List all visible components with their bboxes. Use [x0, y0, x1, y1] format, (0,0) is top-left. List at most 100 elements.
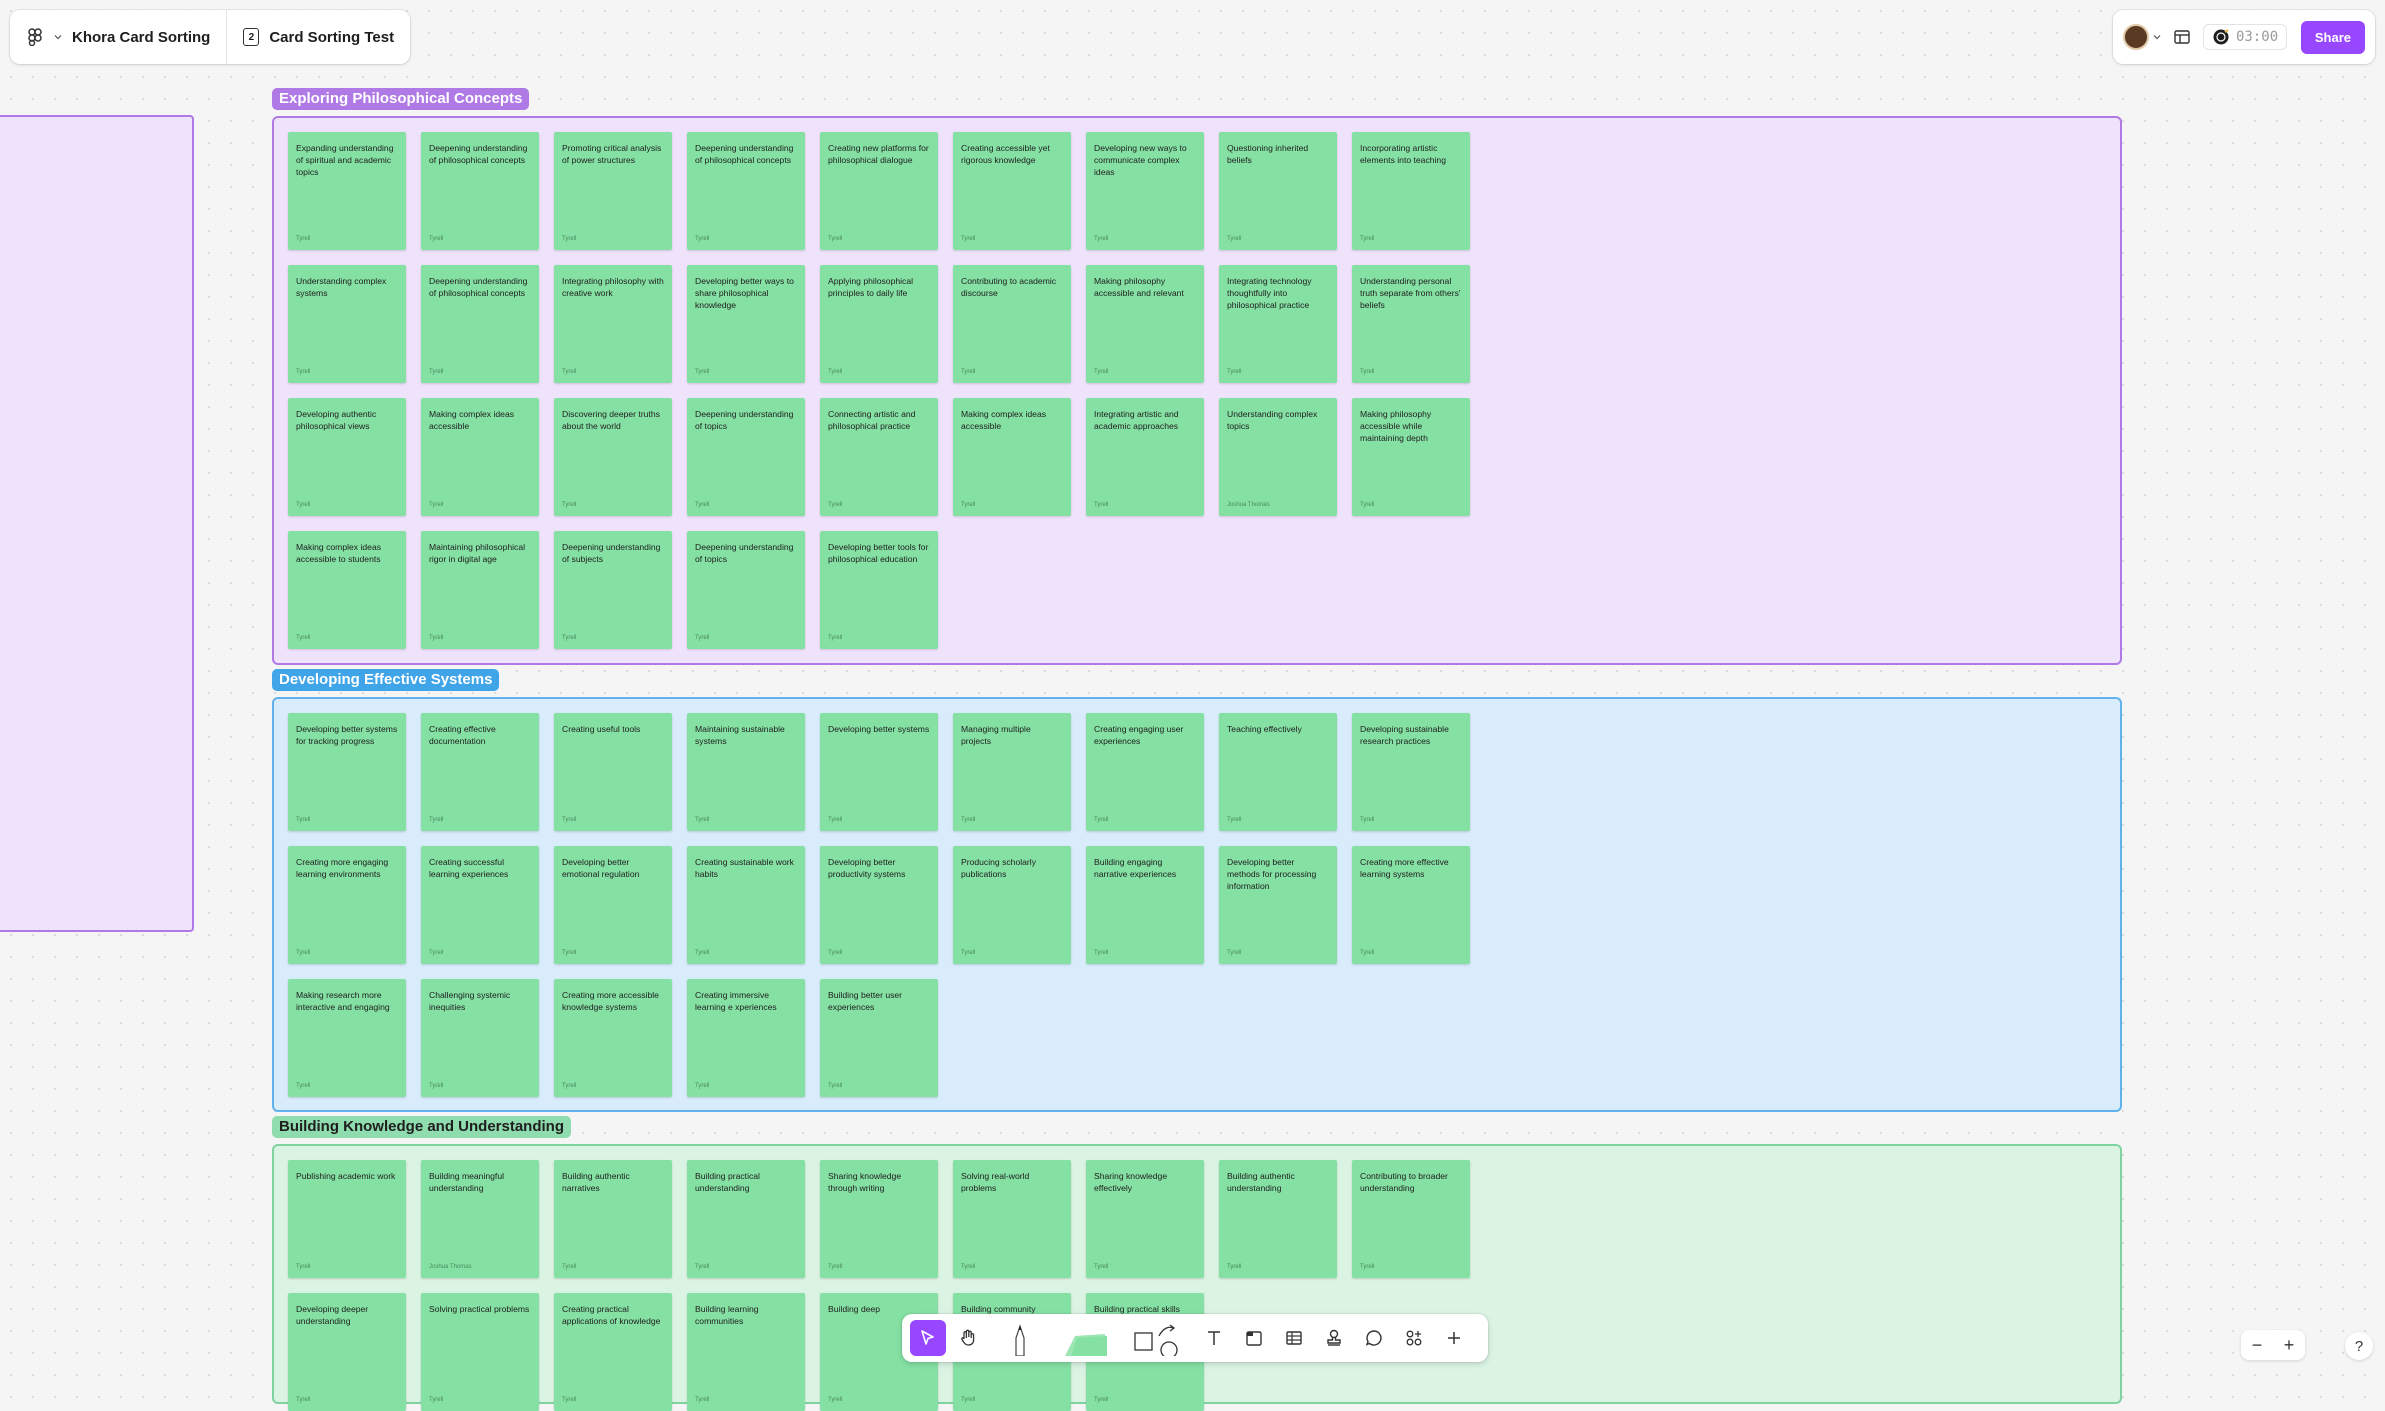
- sticky-note[interactable]: Challenging systemic inequities Tyrell: [421, 979, 539, 1097]
- sticky-note[interactable]: Integrating technology thoughtfully into…: [1219, 265, 1337, 383]
- sticky-note[interactable]: Making philosophy accessible and relevan…: [1086, 265, 1204, 383]
- sticky-note[interactable]: Creating sustainable work habits Tyrell: [687, 846, 805, 964]
- zoom-in-button[interactable]: +: [2284, 1335, 2295, 1356]
- section-title-developing-effective-systems[interactable]: Developing Effective Systems: [272, 669, 500, 691]
- comment-tool[interactable]: [1356, 1320, 1392, 1356]
- sticky-note[interactable]: Deepening understanding of subjects Tyrel…: [554, 531, 672, 649]
- sticky-note[interactable]: Applying philosophical principles to dai…: [820, 265, 938, 383]
- section-exploring-philosophical-concepts[interactable]: Expanding understanding of spiritual and…: [272, 116, 2122, 665]
- sticky-note[interactable]: Building engaging narrative experiences T…: [1086, 846, 1204, 964]
- sticky-note[interactable]: Understanding complex topics Joshua Thoma…: [1219, 398, 1337, 516]
- sticky-note[interactable]: Making complex ideas accessible to stude…: [288, 531, 406, 649]
- sticky-note[interactable]: Teaching effectively Tyrell: [1219, 713, 1337, 831]
- zoom-out-button[interactable]: −: [2252, 1335, 2263, 1356]
- more-tool[interactable]: [1436, 1320, 1472, 1356]
- sticky-note[interactable]: Developing authentic philosophical views…: [288, 398, 406, 516]
- file-title[interactable]: Khora Card Sorting: [72, 29, 210, 46]
- sticky-note[interactable]: Creating more effective learning systems…: [1352, 846, 1470, 964]
- sticky-note[interactable]: Developing better systems for tracking p…: [288, 713, 406, 831]
- section-developing-effective-systems[interactable]: Developing better systems for tracking p…: [272, 697, 2122, 1112]
- sticky-note[interactable]: Creating successful learning experiences…: [421, 846, 539, 964]
- sticky-note[interactable]: Producing scholarly publications Tyrell: [953, 846, 1071, 964]
- sticky-note[interactable]: Developing deeper understanding Tyrell: [288, 1293, 406, 1411]
- sticky-note[interactable]: Creating more accessible knowledge syste…: [554, 979, 672, 1097]
- sticky-note[interactable]: Deepening understanding of philosophical…: [687, 132, 805, 250]
- sticky-note[interactable]: Contributing to broader understanding Tyr…: [1352, 1160, 1470, 1278]
- sticky-note[interactable]: Developing new ways to communicate compl…: [1086, 132, 1204, 250]
- sticky-note[interactable]: Understanding personal truth separate fr…: [1352, 265, 1470, 383]
- move-tool[interactable]: [910, 1320, 946, 1356]
- table-tool[interactable]: [1276, 1320, 1312, 1356]
- sticky-note[interactable]: Developing sustainable research practice…: [1352, 713, 1470, 831]
- sticky-note[interactable]: Maintaining sustainable systems Tyrell: [687, 713, 805, 831]
- sticky-tool[interactable]: [1054, 1320, 1116, 1356]
- sticky-note[interactable]: Discovering deeper truths about the worl…: [554, 398, 672, 516]
- sticky-note[interactable]: Creating practical applications of knowl…: [554, 1293, 672, 1411]
- text-tool[interactable]: [1196, 1320, 1232, 1356]
- sticky-note[interactable]: Creating new platforms for philosophical…: [820, 132, 938, 250]
- sticky-note[interactable]: Creating immersive learning e xperiences…: [687, 979, 805, 1097]
- sticky-note[interactable]: Expanding understanding of spiritual and…: [288, 132, 406, 250]
- section-title-building-knowledge-and-understanding[interactable]: Building Knowledge and Understanding: [272, 1116, 571, 1138]
- sticky-note[interactable]: Developing better tools for philosophica…: [820, 531, 938, 649]
- sticky-note[interactable]: Creating accessible yet rigorous knowled…: [953, 132, 1071, 250]
- avatar[interactable]: [2123, 24, 2149, 50]
- sticky-note[interactable]: Building meaningful understanding Joshua …: [421, 1160, 539, 1278]
- sticky-note[interactable]: Sharing knowledge through writing Tyrell: [820, 1160, 938, 1278]
- sticky-note[interactable]: Developing better ways to share philosop…: [687, 265, 805, 383]
- sticky-note[interactable]: Solving real-world problems Tyrell: [953, 1160, 1071, 1278]
- sticky-note[interactable]: Deepening understanding of philosophical…: [421, 132, 539, 250]
- offscreen-section[interactable]: [0, 115, 194, 932]
- sticky-note[interactable]: Building practical understanding Tyrell: [687, 1160, 805, 1278]
- sticky-note[interactable]: Deepening understanding of philosophical…: [421, 265, 539, 383]
- sticky-note-text: Making philosophy accessible while maint…: [1360, 409, 1432, 443]
- sticky-note[interactable]: Deepening understanding of topics Tyrell: [687, 398, 805, 516]
- sticky-note[interactable]: Sharing knowledge effectively Tyrell: [1086, 1160, 1204, 1278]
- sticky-note[interactable]: Creating effective documentation Tyrell: [421, 713, 539, 831]
- layout-panel-icon[interactable]: [2173, 28, 2191, 46]
- sticky-note[interactable]: Making complex ideas accessible Tyrell: [421, 398, 539, 516]
- stamp-tool[interactable]: [1316, 1320, 1352, 1356]
- section-tool[interactable]: [1236, 1320, 1272, 1356]
- sticky-note[interactable]: Developing better methods for processing…: [1219, 846, 1337, 964]
- sticky-note[interactable]: Building authentic understanding Tyrell: [1219, 1160, 1337, 1278]
- sticky-note[interactable]: Integrating philosophy with creative wor…: [554, 265, 672, 383]
- sticky-note[interactable]: Incorporating artistic elements into tea…: [1352, 132, 1470, 250]
- marker-tool[interactable]: [990, 1320, 1050, 1356]
- sticky-note[interactable]: Connecting artistic and philosophical pr…: [820, 398, 938, 516]
- sticky-note[interactable]: Publishing academic work Tyrell: [288, 1160, 406, 1278]
- section-title-exploring-philosophical-concepts[interactable]: Exploring Philosophical Concepts: [272, 88, 530, 110]
- sticky-note[interactable]: Questioning inherited beliefs Tyrell: [1219, 132, 1337, 250]
- sticky-note[interactable]: Maintaining philosophical rigor in digit…: [421, 531, 539, 649]
- hand-tool[interactable]: [950, 1320, 986, 1356]
- user-menu[interactable]: [2123, 24, 2161, 50]
- section-building-knowledge-and-understanding[interactable]: Publishing academic work Tyrell Building m…: [272, 1144, 2122, 1411]
- sticky-note[interactable]: Developing better systems Tyrell: [820, 713, 938, 831]
- sticky-note[interactable]: Creating useful tools Tyrell: [554, 713, 672, 831]
- sticky-note[interactable]: Building authentic narratives Tyrell: [554, 1160, 672, 1278]
- sticky-note[interactable]: Developing better emotional regulation Ty…: [554, 846, 672, 964]
- sticky-note-text: Creating more accessible knowledge syste…: [562, 990, 659, 1012]
- sticky-note[interactable]: Integrating artistic and academic approa…: [1086, 398, 1204, 516]
- shape-tool[interactable]: [1120, 1320, 1192, 1356]
- sticky-note[interactable]: Creating engaging user experiences Tyrell: [1086, 713, 1204, 831]
- sticky-note[interactable]: Contributing to academic discourse Tyrell: [953, 265, 1071, 383]
- main-menu[interactable]: Khora Card Sorting: [10, 10, 226, 64]
- sticky-note[interactable]: Understanding complex systems Tyrell: [288, 265, 406, 383]
- share-button[interactable]: Share: [2300, 20, 2365, 54]
- page-switcher[interactable]: 2 Card Sorting Test: [227, 10, 410, 64]
- sticky-note[interactable]: Making complex ideas accessible Tyrell: [953, 398, 1071, 516]
- sticky-note[interactable]: Making research more interactive and eng…: [288, 979, 406, 1097]
- sticky-note[interactable]: Building better user experiences Tyrell: [820, 979, 938, 1097]
- sticky-note[interactable]: Managing multiple projects Tyrell: [953, 713, 1071, 831]
- timer[interactable]: 03:00: [2203, 24, 2288, 50]
- sticky-note[interactable]: Building learning communities Tyrell: [687, 1293, 805, 1411]
- sticky-note[interactable]: Developing better productivity systems Ty…: [820, 846, 938, 964]
- sticky-note[interactable]: Creating more engaging learning environm…: [288, 846, 406, 964]
- sticky-note[interactable]: Promoting critical analysis of power str…: [554, 132, 672, 250]
- help-button[interactable]: ?: [2345, 1332, 2373, 1360]
- widgets-tool[interactable]: [1396, 1320, 1432, 1356]
- sticky-note[interactable]: Deepening understanding of topics Tyrell: [687, 531, 805, 649]
- sticky-note[interactable]: Solving practical problems Tyrell: [421, 1293, 539, 1411]
- sticky-note[interactable]: Making philosophy accessible while maint…: [1352, 398, 1470, 516]
